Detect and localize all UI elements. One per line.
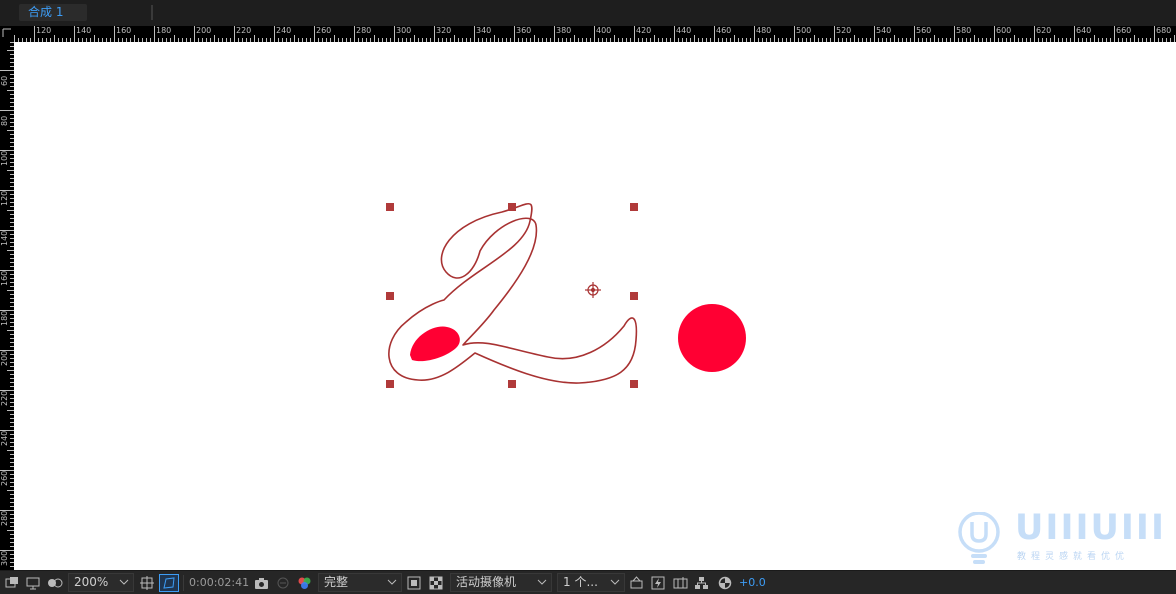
ruler-label: 60 xyxy=(0,75,9,86)
ruler-label: 620 xyxy=(1036,26,1052,35)
reset-exposure-icon[interactable] xyxy=(717,575,733,591)
ruler-label: 160 xyxy=(0,270,9,286)
current-time[interactable]: 0:00:02:41 xyxy=(189,574,249,591)
ruler-label: 180 xyxy=(0,310,9,326)
toggle-pixel-aspect-icon[interactable] xyxy=(628,575,644,591)
show-snapshot-icon[interactable] xyxy=(275,575,291,591)
ruler-label: 320 xyxy=(436,26,452,35)
ruler-label: 480 xyxy=(756,26,772,35)
ruler-label: 540 xyxy=(876,26,892,35)
handle-bottom-center[interactable] xyxy=(508,380,516,388)
ruler-label: 180 xyxy=(156,26,172,35)
camera-snapshot-icon[interactable] xyxy=(253,575,269,591)
composition-canvas[interactable] xyxy=(14,42,1176,570)
toolbar-divider xyxy=(183,575,184,591)
handle-middle-right[interactable] xyxy=(630,292,638,300)
ruler-label: 80 xyxy=(0,115,9,126)
camera-view-dropdown[interactable]: 活动摄像机 xyxy=(450,573,552,592)
ruler-label: 420 xyxy=(636,26,652,35)
handle-middle-left[interactable] xyxy=(386,292,394,300)
ruler-label: 280 xyxy=(0,510,9,526)
ruler-label: 120 xyxy=(36,26,52,35)
resolution-dropdown[interactable]: 完整 xyxy=(318,573,402,592)
watermark-brand: UIIIUIII xyxy=(1015,508,1166,548)
ruler-label: 640 xyxy=(1076,26,1092,35)
ruler-label: 600 xyxy=(996,26,1012,35)
chevron-down-icon xyxy=(387,579,397,585)
region-of-interest-icon[interactable] xyxy=(406,575,422,591)
mask-path-visibility-icon[interactable] xyxy=(159,574,179,592)
resolution-value: 完整 xyxy=(324,575,349,589)
ruler-label: 660 xyxy=(1116,26,1132,35)
ruler-label: 440 xyxy=(676,26,692,35)
ruler-label: 200 xyxy=(0,350,9,366)
ruler-label: 260 xyxy=(316,26,332,35)
chevron-down-icon xyxy=(610,579,620,585)
ruler-label: 240 xyxy=(0,430,9,446)
color-channels-icon[interactable] xyxy=(296,575,312,591)
chevron-down-icon xyxy=(119,579,129,585)
zoom-value: 200% xyxy=(74,575,109,589)
ruler-label: 280 xyxy=(356,26,372,35)
ruler-label: 340 xyxy=(476,26,492,35)
view-layout-value: 1 个... xyxy=(563,575,598,589)
ruler-label: 580 xyxy=(956,26,972,35)
tab-divider xyxy=(151,5,153,20)
ruler-label: 120 xyxy=(0,190,9,206)
zoom-dropdown[interactable]: 200% xyxy=(68,573,134,592)
transparency-grid-icon[interactable] xyxy=(428,575,444,591)
ruler-label: 220 xyxy=(236,26,252,35)
handle-bottom-right[interactable] xyxy=(630,380,638,388)
composition-tab-bar: 合成 1 xyxy=(0,0,1176,26)
chevron-down-icon xyxy=(537,579,547,585)
ruler-label: 140 xyxy=(0,230,9,246)
ruler-label: 380 xyxy=(556,26,572,35)
ruler-label: 140 xyxy=(76,26,92,35)
exposure-value[interactable]: +0.0 xyxy=(739,574,766,591)
ruler-label: 200 xyxy=(196,26,212,35)
handle-top-right[interactable] xyxy=(630,203,638,211)
handle-top-left[interactable] xyxy=(386,203,394,211)
ruler-label: 400 xyxy=(596,26,612,35)
ruler-label: 220 xyxy=(0,390,9,406)
handle-top-center[interactable] xyxy=(508,203,516,211)
ruler-label: 560 xyxy=(916,26,932,35)
ruler-label: 460 xyxy=(716,26,732,35)
grid-guides-icon[interactable] xyxy=(139,575,155,591)
vertical-ruler[interactable]: 6080100120140160180200220240260280300320 xyxy=(0,42,14,570)
mask-view-icon[interactable] xyxy=(46,575,64,591)
ruler-label: 520 xyxy=(836,26,852,35)
red-teardrop-shape[interactable] xyxy=(410,326,460,362)
view-layout-dropdown[interactable]: 1 个... xyxy=(557,573,625,592)
artwork-layer[interactable] xyxy=(14,42,1176,570)
lightbulb-logo-icon xyxy=(958,512,1000,564)
viewer-toolbar: 200% 0:00:02:41 完整 活动摄像机 1 个... +0.0 xyxy=(0,570,1176,594)
flowchart-icon[interactable] xyxy=(693,575,709,591)
timeline-icon[interactable] xyxy=(672,575,688,591)
fast-previews-icon[interactable] xyxy=(650,575,666,591)
ruler-label: 100 xyxy=(0,150,9,166)
uiiiuiii-watermark: UIIIUIII 教程灵感就看优优 xyxy=(957,508,1164,568)
ruler-label: 260 xyxy=(0,470,9,486)
anchor-point-icon[interactable] xyxy=(585,282,601,298)
ruler-label: 300 xyxy=(0,550,9,566)
watermark-subtitle: 教程灵感就看优优 xyxy=(1017,552,1130,562)
red-circle-shape[interactable] xyxy=(678,304,746,372)
always-preview-icon[interactable] xyxy=(4,575,20,591)
camera-view-value: 活动摄像机 xyxy=(456,575,517,589)
ruler-label: 360 xyxy=(516,26,532,35)
ruler-label: 300 xyxy=(396,26,412,35)
ruler-origin[interactable] xyxy=(0,26,14,42)
handle-bottom-left[interactable] xyxy=(386,380,394,388)
ruler-label: 160 xyxy=(116,26,132,35)
composition-tab[interactable]: 合成 1 xyxy=(19,4,87,21)
ruler-label: 500 xyxy=(796,26,812,35)
ruler-label: 680 xyxy=(1156,26,1172,35)
horizontal-ruler[interactable]: 120 140 160 180 200 220 240 260 280 300 320 340 360 3… xyxy=(14,26,1176,42)
monitor-icon[interactable] xyxy=(25,575,41,591)
ruler-label: 240 xyxy=(276,26,292,35)
